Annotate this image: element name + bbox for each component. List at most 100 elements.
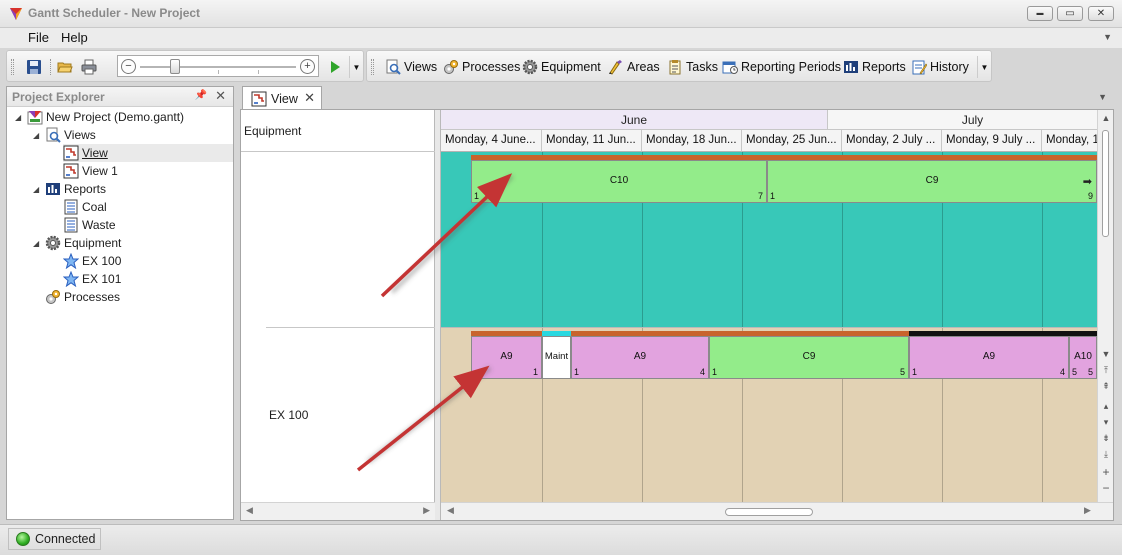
scroll-right-icon[interactable]: ▶ bbox=[1084, 505, 1091, 516]
task-bar-end: 9 bbox=[1087, 191, 1093, 201]
task-bar-a9[interactable]: A9 1 4 bbox=[909, 336, 1069, 379]
chevron-down-icon[interactable]: ▼ bbox=[1098, 92, 1107, 102]
task-bar-maint[interactable]: Maint bbox=[542, 336, 571, 379]
collapse-icon[interactable]: ◢ bbox=[33, 239, 39, 248]
zoom-slider[interactable]: − + bbox=[117, 55, 319, 77]
gantt-vertical-scrollbar[interactable]: ▲ ▼ ⤒ ⇞ ▴ ▾ ⇟ ⤓ + − bbox=[1097, 110, 1113, 502]
menu-file[interactable]: File bbox=[28, 30, 49, 45]
history-button[interactable]: History bbox=[911, 56, 969, 78]
page-up-icon[interactable]: ⇞ bbox=[1098, 380, 1114, 393]
scroll-left-icon[interactable]: ◀ bbox=[246, 505, 253, 516]
collapse-icon[interactable]: ◢ bbox=[33, 185, 39, 194]
task-bar-c10[interactable]: C10 1 7 bbox=[471, 160, 767, 203]
horizontal-scroll-thumb[interactable] bbox=[725, 508, 813, 516]
close-icon[interactable]: ✕ bbox=[215, 88, 226, 104]
tree-item-processes-label: Processes bbox=[64, 290, 121, 304]
toolbar-overflow-button[interactable]: ▼ bbox=[349, 56, 363, 78]
save-button[interactable] bbox=[26, 56, 42, 78]
row-down-icon[interactable]: ▾ bbox=[1098, 416, 1114, 429]
toolbar-overflow-button[interactable]: ▼ bbox=[977, 56, 991, 78]
tab-view[interactable]: View ✕ bbox=[242, 86, 322, 110]
project-explorer-panel: Project Explorer 📌 ✕ ◢ New Project (Demo… bbox=[6, 86, 234, 520]
menu-help[interactable]: Help bbox=[61, 30, 88, 45]
gantt-horizontal-scrollbar[interactable]: ◀ ▶ bbox=[441, 502, 1113, 520]
scroll-left-icon[interactable]: ◀ bbox=[447, 505, 454, 516]
task-bar-start: 5 bbox=[1072, 367, 1078, 377]
zoom-out-button[interactable]: − bbox=[121, 59, 136, 74]
tasks-icon bbox=[669, 60, 681, 75]
task-bar-a9[interactable]: A9 1 4 bbox=[571, 336, 709, 379]
pin-icon[interactable]: 📌 bbox=[195, 90, 207, 101]
collapse-row-icon[interactable]: − bbox=[1098, 482, 1114, 495]
tab-view-label: View bbox=[271, 91, 298, 106]
month-header-july: July bbox=[828, 110, 1097, 130]
collapse-icon[interactable]: ◢ bbox=[15, 113, 21, 122]
areas-button[interactable]: Areas bbox=[608, 56, 660, 78]
equipment-icon bbox=[522, 59, 538, 75]
equipment-button[interactable]: Equipment bbox=[522, 56, 601, 78]
collapse-icon[interactable]: ◢ bbox=[33, 131, 39, 140]
areas-icon bbox=[609, 60, 622, 75]
task-bar-c9[interactable]: C9 1 5 bbox=[709, 336, 909, 379]
reporting-periods-button[interactable]: Reporting Periods bbox=[722, 56, 841, 78]
tree-item-reports-label: Reports bbox=[64, 182, 107, 196]
task-bar-c9[interactable]: C9 1 9 ➡ bbox=[767, 160, 1097, 203]
toolbar-grip[interactable] bbox=[11, 59, 14, 75]
toolbar-grip[interactable] bbox=[371, 59, 374, 75]
tree-item-view-1[interactable]: View 1 bbox=[63, 162, 118, 180]
week-header: Monday, 11 Jun... bbox=[542, 130, 642, 152]
maximize-button[interactable]: ▭ bbox=[1057, 6, 1083, 21]
zoom-slider-thumb[interactable] bbox=[169, 59, 180, 74]
close-icon[interactable]: ✕ bbox=[304, 90, 315, 106]
tree-item-ex-101-label: EX 101 bbox=[82, 272, 122, 286]
minimize-button[interactable]: ▬ bbox=[1027, 6, 1053, 21]
zoom-in-button[interactable]: + bbox=[300, 59, 315, 74]
standard-toolbar: − + ▼ bbox=[6, 50, 364, 82]
tree-item-ex-101[interactable]: EX 101 bbox=[63, 270, 121, 288]
resource-horizontal-scrollbar[interactable]: ◀ ▶ bbox=[241, 502, 435, 520]
tree-item-waste[interactable]: Waste bbox=[63, 216, 116, 234]
processes-button[interactable]: Processes bbox=[443, 56, 520, 78]
reports-button-label: Reports bbox=[862, 60, 906, 74]
month-june-label: June bbox=[620, 112, 648, 127]
tree-item-ex-100[interactable]: EX 100 bbox=[63, 252, 121, 270]
tree-item-view[interactable]: View bbox=[63, 144, 233, 162]
scroll-up-icon[interactable]: ▲ bbox=[1098, 112, 1114, 125]
vertical-scroll-thumb[interactable] bbox=[1102, 130, 1109, 237]
tasks-button[interactable]: Tasks bbox=[667, 56, 718, 78]
scroll-bottom-icon[interactable]: ⤓ bbox=[1098, 448, 1114, 461]
tree-item-coal-label: Coal bbox=[82, 200, 107, 214]
open-button[interactable] bbox=[57, 56, 73, 78]
chevron-down-icon[interactable]: ▼ bbox=[1103, 32, 1112, 42]
task-bar-a10[interactable]: A10 5 5 bbox=[1069, 336, 1097, 379]
tree-item-equipment[interactable]: Equipment bbox=[45, 234, 121, 252]
tree-item-processes[interactable]: Processes bbox=[45, 288, 120, 306]
expand-row-icon[interactable]: + bbox=[1098, 466, 1114, 479]
week-header: Monday, 9 July ... bbox=[942, 130, 1042, 152]
scroll-right-icon[interactable]: ▶ bbox=[423, 505, 430, 516]
task-bar-end: 5 bbox=[1087, 367, 1093, 377]
scroll-down-icon[interactable]: ▼ bbox=[1098, 348, 1114, 361]
task-bar-a9[interactable]: A9 1 bbox=[471, 336, 542, 379]
window-title: Gantt Scheduler - New Project bbox=[28, 6, 201, 20]
resource-ex-100-label[interactable]: EX 100 bbox=[269, 408, 308, 422]
gantt-lane-top: C10 1 7 C9 1 9 ➡ bbox=[441, 152, 1097, 327]
tree-item-views[interactable]: Views bbox=[45, 126, 96, 144]
page-down-icon[interactable]: ⇟ bbox=[1098, 432, 1114, 445]
task-bar-label: A9 bbox=[982, 351, 996, 362]
print-button[interactable] bbox=[81, 56, 97, 78]
views-button[interactable]: Views bbox=[385, 56, 437, 78]
view-icon bbox=[63, 163, 79, 179]
row-up-icon[interactable]: ▴ bbox=[1098, 400, 1114, 413]
scroll-top-icon[interactable]: ⤒ bbox=[1098, 364, 1114, 377]
zoom-slider-track bbox=[140, 66, 296, 68]
tree-item-reports[interactable]: Reports bbox=[45, 180, 106, 198]
run-button[interactable] bbox=[327, 56, 343, 78]
week-header: Monday, 25 Jun... bbox=[742, 130, 842, 152]
tree-item-coal[interactable]: Coal bbox=[63, 198, 107, 216]
tree-item-project[interactable]: New Project (Demo.gantt) bbox=[27, 108, 184, 126]
reports-button[interactable]: Reports bbox=[843, 56, 906, 78]
views-icon bbox=[386, 59, 401, 75]
close-button[interactable]: ✕ bbox=[1088, 6, 1114, 21]
reporting-periods-icon bbox=[722, 61, 738, 74]
